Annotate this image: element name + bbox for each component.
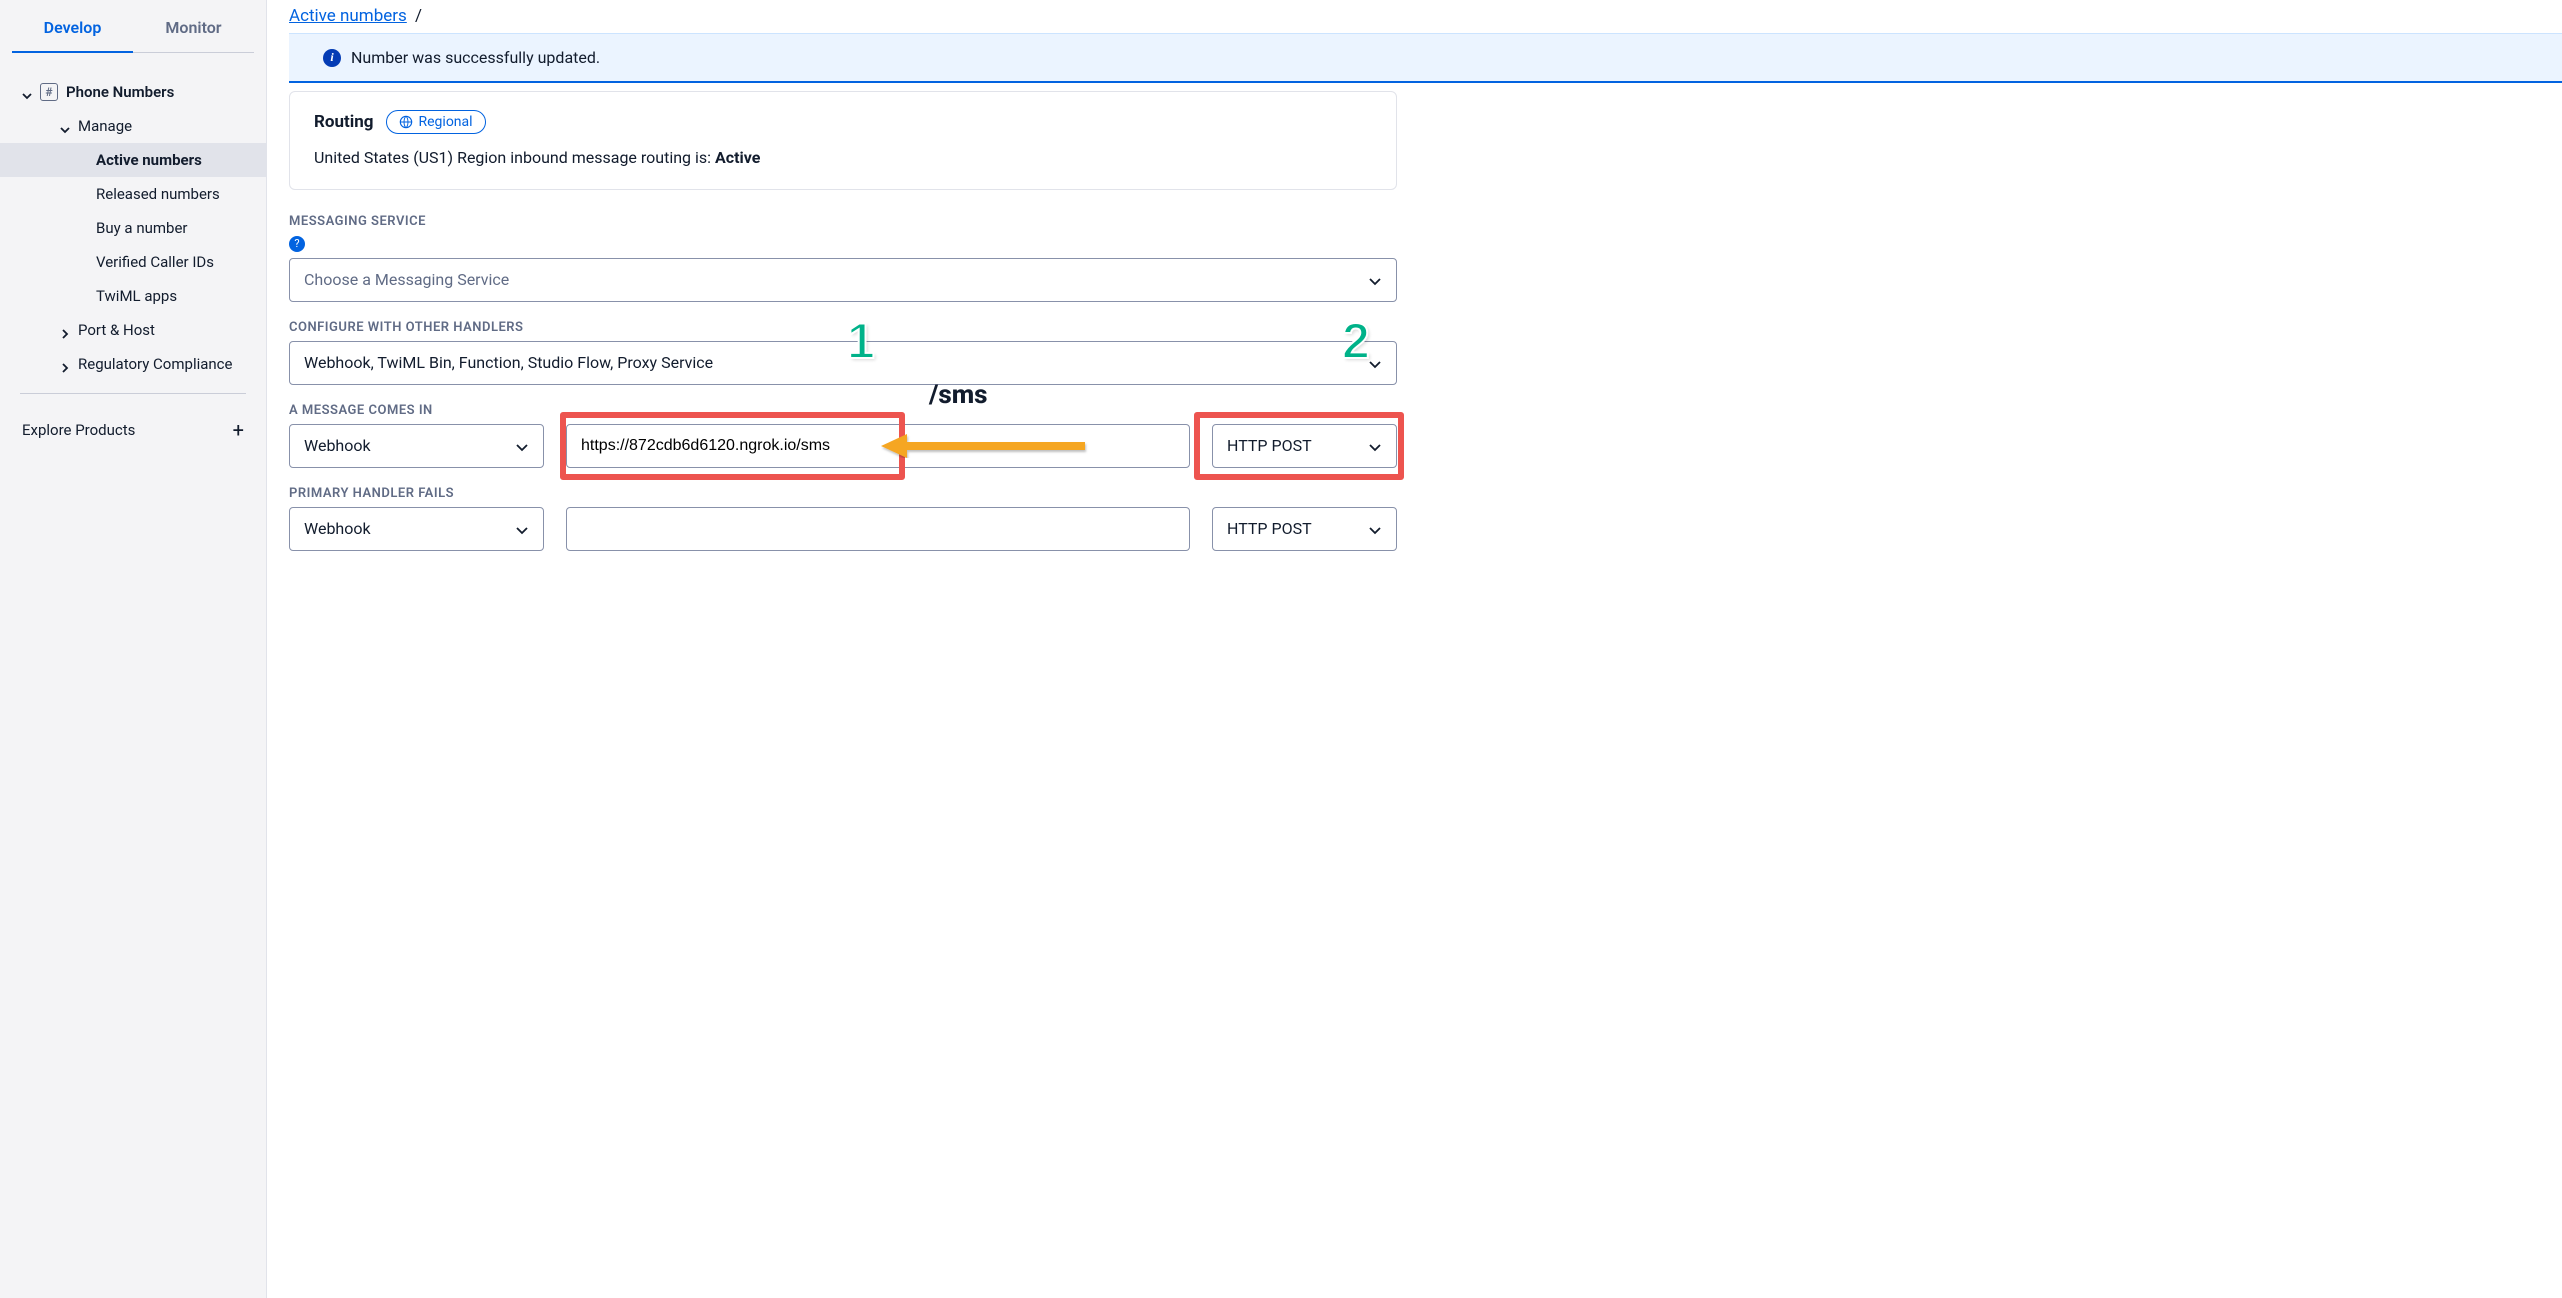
breadcrumb-active-numbers-link[interactable]: Active numbers [289, 6, 407, 26]
fail-handler-select-value: Webhook [304, 519, 371, 538]
tab-monitor[interactable]: Monitor [133, 0, 254, 53]
sidebar-nav: # Phone Numbers Manage Active numbers Re… [0, 53, 266, 1298]
regional-pill-label: Regional [419, 114, 473, 130]
sidebar-label-manage: Manage [78, 117, 252, 135]
messaging-service-label: MESSAGING SERVICE [289, 214, 1397, 229]
hash-icon: # [40, 83, 58, 101]
routing-status-value: Active [715, 148, 760, 167]
routing-status-text: United States (US1) Region inbound messa… [314, 148, 1372, 167]
notice-message: Number was successfully updated. [351, 48, 600, 67]
chevron-right-icon [60, 359, 70, 369]
sidebar-item-regulatory-compliance[interactable]: Regulatory Compliance [0, 347, 266, 381]
configure-handlers-select[interactable]: Webhook, TwiML Bin, Function, Studio Flo… [289, 341, 1397, 385]
messaging-form: MESSAGING SERVICE ? Choose a Messaging S… [289, 214, 1397, 551]
message-method-select[interactable]: HTTP POST [1212, 424, 1397, 468]
sidebar-tabs: Develop Monitor [0, 0, 266, 53]
messaging-service-select[interactable]: Choose a Messaging Service [289, 258, 1397, 302]
primary-handler-fails-row: Webhook HTTP POST [289, 507, 1397, 551]
chevron-down-icon [1368, 522, 1382, 536]
message-url-input[interactable] [566, 424, 1190, 468]
chevron-down-icon [1368, 439, 1382, 453]
sidebar-item-phone-numbers[interactable]: # Phone Numbers [0, 75, 266, 109]
message-comes-in-row: Webhook HTTP POST [289, 424, 1397, 468]
chevron-down-icon [22, 87, 32, 97]
breadcrumb: Active numbers / [289, 6, 2562, 28]
message-method-select-value: HTTP POST [1227, 436, 1312, 455]
message-handler-select-value: Webhook [304, 436, 371, 455]
chevron-down-icon [60, 121, 70, 131]
main-content: Active numbers / Messaging i Number was … [267, 0, 2562, 1298]
tab-develop[interactable]: Develop [12, 0, 133, 53]
chevron-down-icon [515, 522, 529, 536]
configure-handlers-label: CONFIGURE WITH OTHER HANDLERS [289, 320, 1397, 335]
sidebar-item-manage[interactable]: Manage [0, 109, 266, 143]
sidebar-item-verified-caller-ids[interactable]: Verified Caller IDs [0, 245, 266, 279]
primary-handler-fails-label: PRIMARY HANDLER FAILS [289, 486, 1397, 501]
routing-title: Routing [314, 112, 374, 132]
fail-url-input[interactable] [566, 507, 1190, 551]
fail-method-select-value: HTTP POST [1227, 519, 1312, 538]
message-handler-select[interactable]: Webhook [289, 424, 544, 468]
notice-banner: i Number was successfully updated. [289, 33, 2562, 83]
sidebar: Develop Monitor # Phone Numbers Manage A… [0, 0, 267, 1298]
sidebar-item-buy-a-number[interactable]: Buy a number [0, 211, 266, 245]
info-icon: i [323, 49, 341, 67]
chevron-down-icon [515, 439, 529, 453]
regional-pill[interactable]: Regional [386, 110, 486, 134]
configure-handlers-select-value: Webhook, TwiML Bin, Function, Studio Flo… [304, 353, 713, 372]
fail-handler-select[interactable]: Webhook [289, 507, 544, 551]
chevron-down-icon [1368, 273, 1382, 287]
help-icon[interactable]: ? [289, 236, 305, 252]
plus-icon: + [233, 418, 244, 442]
sidebar-label-phone-numbers: Phone Numbers [66, 83, 252, 101]
sidebar-item-released-numbers[interactable]: Released numbers [0, 177, 266, 211]
message-comes-in-label: A MESSAGE COMES IN [289, 403, 1397, 418]
breadcrumb-separator: / [415, 6, 422, 26]
routing-card: Routing Regional United States (US1) Reg… [289, 91, 1397, 190]
explore-products-button[interactable]: Explore Products + [0, 406, 266, 466]
sidebar-item-active-numbers[interactable]: Active numbers [0, 143, 266, 177]
sidebar-item-twiml-apps[interactable]: TwiML apps [0, 279, 266, 313]
sidebar-item-port-host[interactable]: Port & Host [0, 313, 266, 347]
chevron-down-icon [1368, 356, 1382, 370]
explore-products-label: Explore Products [22, 421, 135, 439]
fail-method-select[interactable]: HTTP POST [1212, 507, 1397, 551]
messaging-service-select-value: Choose a Messaging Service [304, 270, 509, 289]
globe-icon [399, 115, 413, 129]
chevron-right-icon [60, 325, 70, 335]
divider [20, 393, 246, 394]
